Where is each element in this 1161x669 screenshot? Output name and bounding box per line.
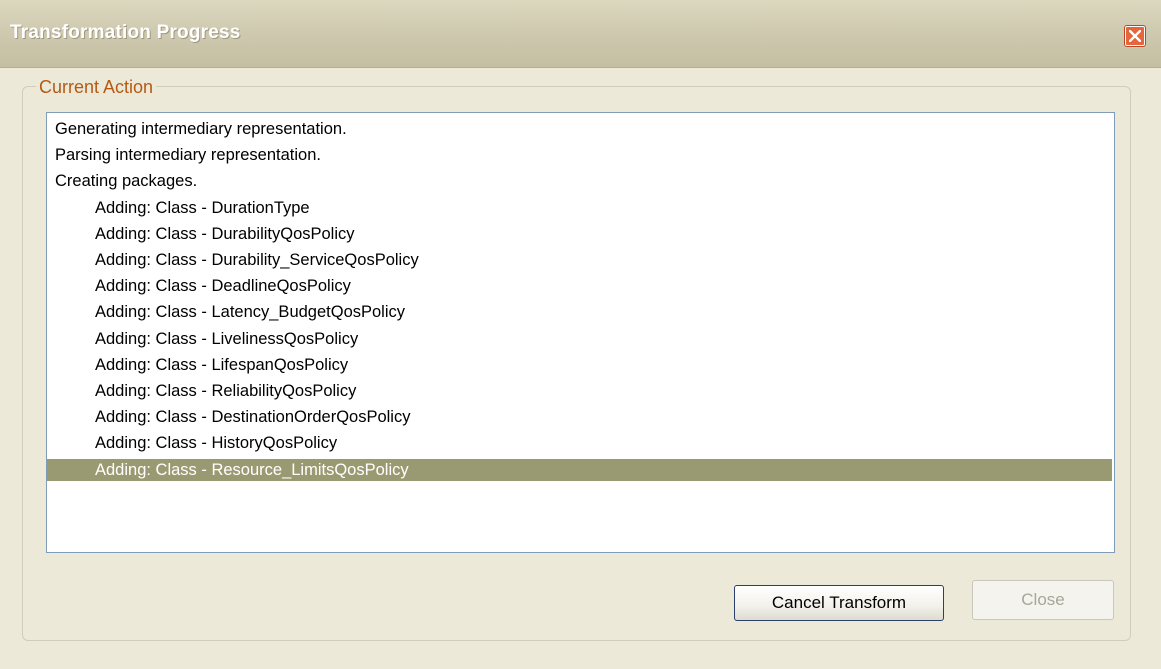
log-item[interactable]: Adding: Class - Resource_LimitsQosPolicy — [47, 458, 1112, 481]
log-item[interactable]: Adding: Class - HistoryQosPolicy — [47, 432, 1112, 454]
log-item[interactable]: Adding: Class - DurationType — [47, 197, 1112, 219]
log-item[interactable]: Generating intermediary representation. — [47, 118, 1112, 140]
log-item[interactable]: Adding: Class - DeadlineQosPolicy — [47, 275, 1112, 297]
action-log-list[interactable]: Generating intermediary representation. P… — [46, 112, 1115, 553]
log-item[interactable]: Creating packages. — [47, 170, 1112, 192]
log-item[interactable]: Adding: Class - DestinationOrderQosPolic… — [47, 406, 1112, 428]
window-title: Transformation Progress — [10, 22, 241, 43]
log-item[interactable]: Adding: Class - DurabilityQosPolicy — [47, 223, 1112, 245]
log-item[interactable]: Adding: Class - LifespanQosPolicy — [47, 354, 1112, 376]
close-icon[interactable] — [1125, 26, 1145, 46]
close-x-glyph — [1129, 30, 1141, 42]
current-action-legend: Current Action — [36, 77, 157, 98]
log-item[interactable]: Parsing intermediary representation. — [47, 144, 1112, 166]
title-bar[interactable]: Transformation Progress — [0, 0, 1161, 68]
log-item[interactable]: Adding: Class - Durability_ServiceQosPol… — [47, 249, 1112, 271]
close-button[interactable]: Close — [972, 580, 1114, 620]
log-item[interactable]: Adding: Class - Latency_BudgetQosPolicy — [47, 301, 1112, 323]
log-item[interactable]: Adding: Class - LivelinessQosPolicy — [47, 328, 1112, 350]
log-item[interactable]: Adding: Class - ReliabilityQosPolicy — [47, 380, 1112, 402]
cancel-transform-button[interactable]: Cancel Transform — [734, 585, 944, 621]
transformation-progress-dialog: Transformation Progress Current Action G… — [0, 0, 1161, 669]
